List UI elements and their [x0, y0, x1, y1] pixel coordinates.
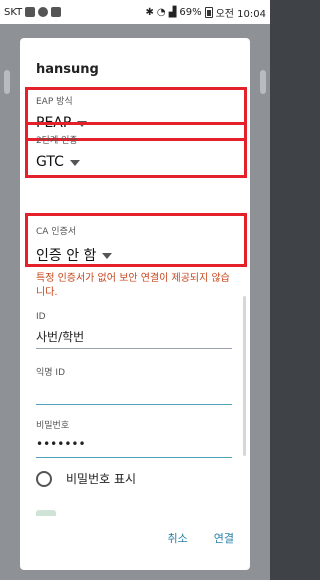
- identity-label: ID: [36, 312, 46, 322]
- background-left-edge: [4, 70, 10, 94]
- background-right-edge: [260, 70, 266, 94]
- battery-percent: 69%: [179, 6, 202, 18]
- identity-field[interactable]: ID 사번/학번: [36, 312, 232, 349]
- status-bar: SKT ✱ ◔ ▟ 69% 오전 10:04: [0, 0, 270, 24]
- anonymous-identity-field[interactable]: 익명 ID: [36, 365, 232, 405]
- cancel-button[interactable]: 취소: [168, 530, 188, 546]
- scrollbar[interactable]: [243, 296, 246, 456]
- identity-input[interactable]: 사번/학번: [36, 328, 232, 346]
- show-password-row[interactable]: 비밀번호 표시: [36, 470, 136, 487]
- anonymous-identity-underline: [36, 404, 232, 405]
- identity-underline: [36, 348, 232, 349]
- password-field[interactable]: 비밀번호 •••••••: [36, 418, 232, 458]
- notification-icon: [51, 7, 62, 17]
- status-time: 오전 10:04: [215, 8, 266, 20]
- highlight-box-ca-cert: [25, 213, 247, 267]
- dialog-title: hansung: [36, 62, 99, 77]
- gallery-icon: [25, 7, 36, 17]
- anonymous-identity-input[interactable]: [36, 384, 232, 402]
- password-input[interactable]: •••••••: [36, 437, 232, 455]
- carrier-label: SKT: [4, 6, 23, 18]
- wifi-config-dialog: hansung EAP 방식 PEAP 2단계 인증 GTC CA 인증서 인증…: [20, 38, 250, 570]
- signal-icon: ▟: [168, 6, 177, 18]
- anonymous-identity-label: 익명 ID: [36, 368, 66, 378]
- wifi-icon: ◔: [156, 6, 166, 18]
- connect-button[interactable]: 연결: [214, 530, 234, 546]
- message-icon: [38, 7, 49, 17]
- battery-icon: [204, 6, 213, 18]
- dialog-actions: 취소 연결: [168, 530, 235, 546]
- password-label: 비밀번호: [36, 421, 70, 431]
- show-password-checkbox[interactable]: [36, 470, 52, 487]
- highlight-box-phase2: [25, 122, 247, 178]
- show-password-label: 비밀번호 표시: [66, 472, 137, 486]
- advanced-options-peek: [36, 510, 56, 516]
- bluetooth-icon: ✱: [145, 6, 154, 18]
- status-right: ✱ ◔ ▟ 69% 오전 10:04: [146, 5, 266, 20]
- status-left: SKT: [4, 6, 62, 18]
- security-warning: 특정 인증서가 없어 보안 연결이 제공되지 않습니다.: [36, 273, 230, 298]
- password-underline: [36, 457, 232, 458]
